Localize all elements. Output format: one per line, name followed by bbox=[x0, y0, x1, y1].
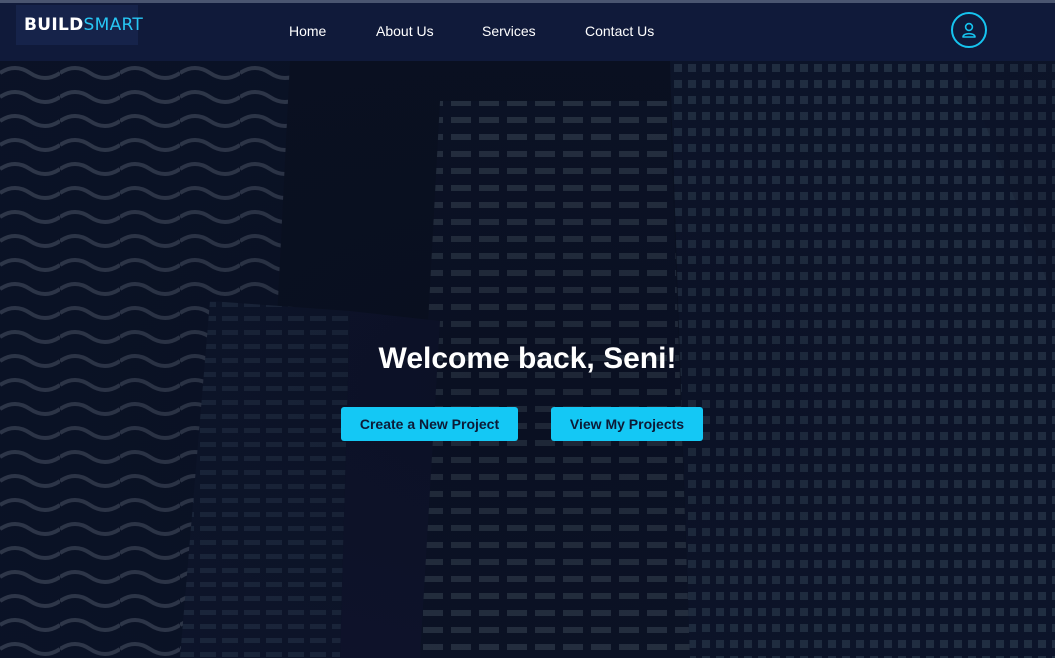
hero-section: Welcome back, Seni! Create a New Project… bbox=[0, 61, 1055, 658]
nav-contact-link[interactable]: Contact Us bbox=[585, 23, 654, 39]
profile-button[interactable] bbox=[951, 12, 987, 48]
create-project-button[interactable]: Create a New Project bbox=[341, 407, 518, 441]
top-navbar: BUILD SMART Home About Us Services Contac… bbox=[0, 3, 1055, 61]
nav-services-link[interactable]: Services bbox=[482, 23, 536, 39]
main-nav: Home About Us Services Contact Us bbox=[0, 3, 1055, 61]
nav-about-link[interactable]: About Us bbox=[376, 23, 434, 39]
welcome-heading: Welcome back, Seni! bbox=[378, 342, 677, 375]
nav-home-link[interactable]: Home bbox=[289, 23, 326, 39]
user-icon bbox=[962, 22, 976, 38]
view-projects-button[interactable]: View My Projects bbox=[551, 407, 703, 441]
